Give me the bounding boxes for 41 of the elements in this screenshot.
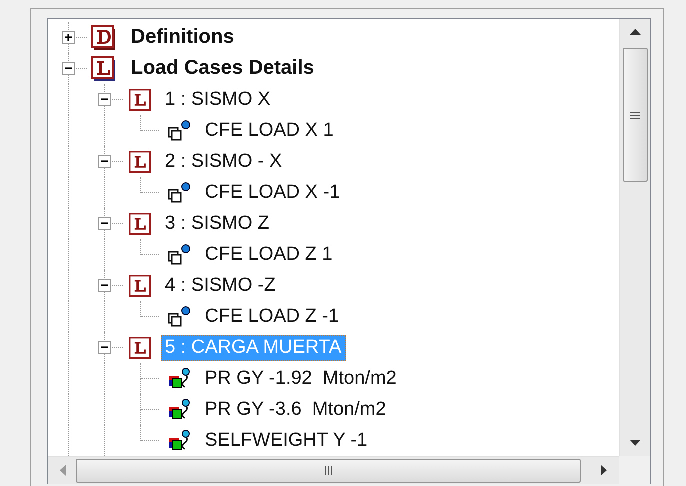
expand-toggle[interactable]	[62, 31, 75, 44]
tree-item[interactable]: Load Cases Details	[127, 55, 318, 82]
collapse-toggle[interactable]	[98, 155, 111, 168]
l-letter-icon	[129, 336, 151, 358]
vertical-scrollbar[interactable]	[619, 19, 650, 456]
scroll-thumb[interactable]	[622, 48, 648, 182]
tree-item[interactable]: CFE LOAD Z 1	[201, 242, 337, 268]
collapse-toggle[interactable]	[98, 341, 111, 354]
load-cube-icon	[167, 398, 191, 420]
load-cube-icon	[167, 368, 191, 390]
scroll-thumb[interactable]	[76, 458, 581, 482]
collapse-toggle[interactable]	[98, 217, 111, 230]
tree-item[interactable]: PR GY -1.92 Mton/m2	[201, 366, 401, 392]
scroll-right-icon[interactable]	[601, 465, 607, 476]
tree-item[interactable]: CFE LOAD X 1	[201, 118, 338, 144]
tree-item[interactable]: 1 : SISMO X	[161, 86, 275, 112]
tree-item[interactable]: 3 : SISMO Z	[161, 210, 274, 236]
l-letter-icon	[91, 56, 117, 82]
horizontal-scrollbar[interactable]	[48, 456, 619, 484]
tree-item[interactable]: SELFWEIGHT Y -1	[201, 428, 372, 454]
scroll-down-icon[interactable]	[630, 440, 640, 446]
scroll-up-icon[interactable]	[630, 29, 640, 35]
tree-item[interactable]: 2 : SISMO - X	[161, 148, 286, 174]
d-letter-icon	[91, 24, 117, 50]
load-icon	[167, 306, 191, 328]
load-icon	[167, 120, 191, 142]
load-cube-icon	[167, 430, 191, 452]
load-icon	[167, 244, 191, 266]
collapse-toggle[interactable]	[62, 62, 75, 75]
l-letter-icon	[129, 88, 151, 110]
load-icon	[167, 182, 191, 204]
collapse-toggle[interactable]	[98, 279, 111, 292]
l-letter-icon	[129, 150, 151, 172]
tree-item[interactable]: CFE LOAD Z -1	[201, 304, 344, 330]
collapse-toggle[interactable]	[98, 93, 111, 106]
tree-item[interactable]: Definitions	[127, 24, 238, 51]
tree-item[interactable]: PR GY -3.6 Mton/m2	[201, 396, 390, 422]
tree-item[interactable]: CFE LOAD X -1	[201, 180, 344, 206]
l-letter-icon	[129, 274, 151, 296]
l-letter-icon	[129, 212, 151, 234]
tree-item[interactable]: 4 : SISMO -Z	[161, 272, 280, 298]
